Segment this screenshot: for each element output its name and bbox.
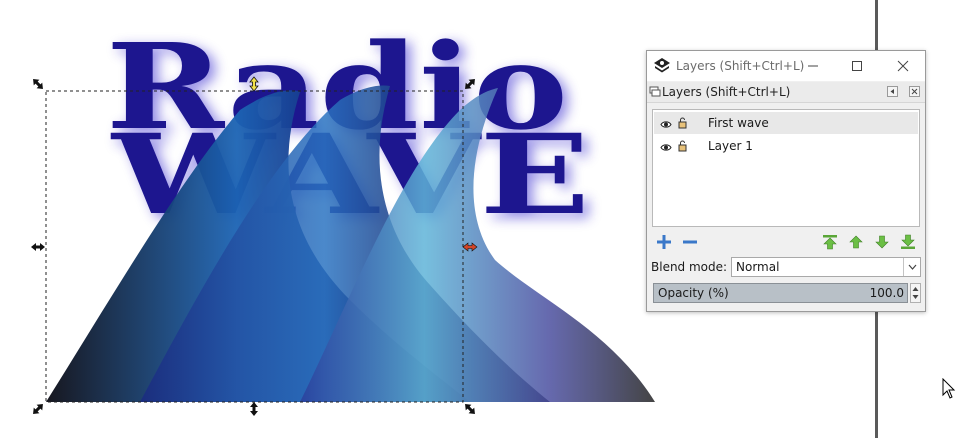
opacity-spinner[interactable] — [910, 283, 921, 303]
lower-to-bottom-button[interactable] — [899, 233, 917, 251]
resize-handle-bottom-right[interactable] — [462, 401, 478, 417]
resize-handle-bottom[interactable] — [250, 402, 258, 416]
spin-down-icon — [912, 295, 919, 299]
layer-list[interactable]: First wave Layer 1 — [652, 109, 920, 227]
add-layer-button[interactable] — [655, 233, 673, 251]
eye-icon[interactable] — [660, 118, 672, 132]
lower-layer-button[interactable] — [873, 233, 891, 251]
resize-handle-bottom-left[interactable] — [30, 401, 46, 417]
lock-icon[interactable] — [678, 117, 687, 132]
raise-to-top-button[interactable] — [821, 233, 839, 251]
resize-handle-left[interactable] — [31, 243, 45, 251]
opacity-slider[interactable]: Opacity (%) 100.0 — [653, 283, 908, 303]
minimize-button[interactable] — [791, 51, 835, 81]
mouse-pointer-icon — [942, 377, 956, 403]
dock-close-button[interactable] — [909, 86, 920, 97]
layers-dialog[interactable]: Layers (Shift+Ctrl+L) Layers (Shift+Ctrl… — [646, 50, 926, 312]
blend-mode-select[interactable]: Normal — [731, 257, 921, 277]
layer-name[interactable]: Layer 1 — [708, 139, 753, 153]
maximize-button[interactable] — [835, 51, 879, 81]
plus-icon — [657, 235, 671, 249]
dialog-titlebar[interactable]: Layers (Shift+Ctrl+L) — [647, 51, 925, 81]
resize-handle-top-left[interactable] — [30, 76, 46, 92]
blend-mode-label: Blend mode: — [651, 260, 728, 274]
inkscape-layers-icon — [653, 57, 671, 75]
layers-icon — [649, 86, 661, 101]
opacity-value[interactable]: 100.0 — [870, 286, 904, 300]
minus-icon — [683, 240, 697, 244]
blend-mode-value: Normal — [736, 260, 780, 274]
maximize-icon — [852, 61, 862, 71]
spin-up-icon — [912, 287, 919, 291]
dock-title: Layers (Shift+Ctrl+L) — [662, 85, 791, 99]
minimize-icon — [808, 65, 818, 67]
iconify-button[interactable] — [887, 86, 898, 97]
remove-layer-button[interactable] — [681, 233, 699, 251]
chevron-down-icon[interactable] — [903, 258, 920, 276]
dock-header[interactable]: Layers (Shift+Ctrl+L) — [647, 82, 925, 103]
iconify-icon — [890, 89, 894, 94]
close-icon — [897, 60, 909, 72]
arrow-bottom-icon — [901, 234, 915, 249]
close-icon — [911, 88, 918, 95]
arrow-down-icon — [875, 235, 889, 249]
layer-name[interactable]: First wave — [708, 116, 769, 130]
opacity-label: Opacity (%) — [658, 286, 729, 300]
dialog-title: Layers (Shift+Ctrl+L) — [676, 59, 805, 73]
eye-icon[interactable] — [660, 141, 672, 155]
lock-icon[interactable] — [678, 140, 687, 155]
close-button[interactable] — [881, 51, 925, 81]
arrow-up-icon — [849, 235, 863, 249]
raise-layer-button[interactable] — [847, 233, 865, 251]
layer-row-layer-1[interactable]: Layer 1 — [654, 135, 918, 157]
layer-row-first-wave[interactable]: First wave — [654, 112, 918, 134]
arrow-top-icon — [823, 235, 837, 250]
